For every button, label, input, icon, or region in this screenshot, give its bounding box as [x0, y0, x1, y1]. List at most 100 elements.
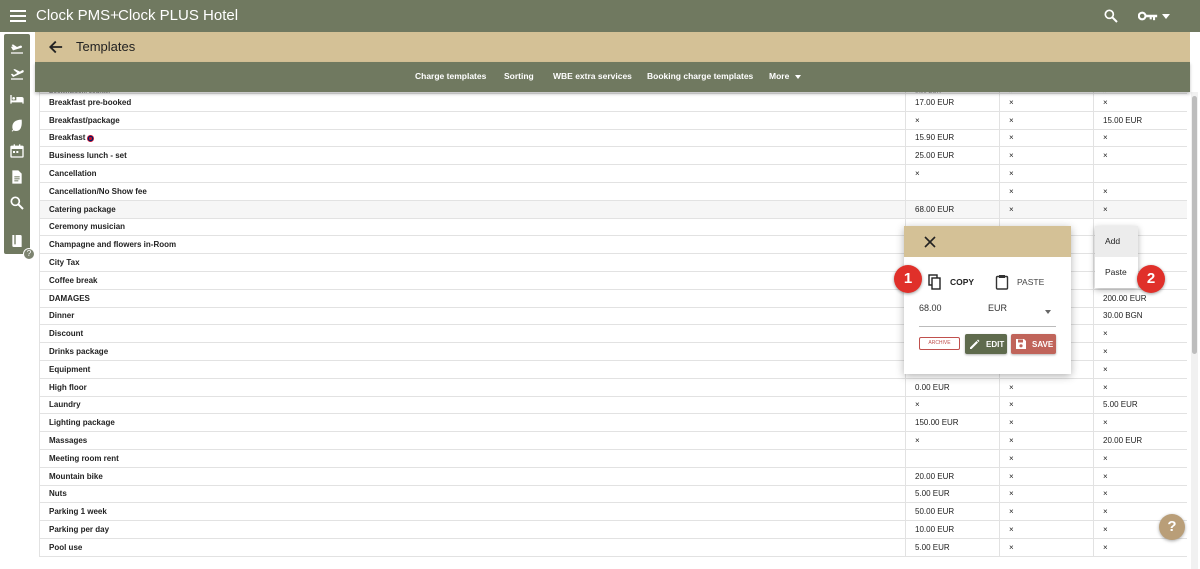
archive-button[interactable]: ARCHIVE — [919, 337, 960, 350]
table-row[interactable]: Catering package 68.00 EUR × × — [39, 199, 1187, 219]
search-icon[interactable] — [9, 195, 25, 211]
charge-value: × — [999, 537, 1094, 557]
charge-value: 5.00 EUR — [905, 484, 1000, 504]
table-row[interactable]: Breakfast/package × × 15.00 EUR — [39, 110, 1187, 130]
key-icon[interactable] — [1138, 10, 1158, 22]
tab-more-label: More — [769, 71, 790, 81]
table-row[interactable]: Lighting package 150.00 EUR × × — [39, 413, 1187, 433]
tab-wbe-extra-services[interactable]: WBE extra services — [553, 71, 632, 81]
charge-value — [905, 448, 1000, 468]
charge-value: 200.00 EUR — [1093, 288, 1187, 308]
charge-value: × — [1093, 448, 1187, 468]
table-row[interactable]: Cancellation/No Show fee × × — [39, 181, 1187, 201]
charge-name: Mountain bike — [39, 466, 906, 486]
table-row[interactable]: Cancellation × × — [39, 164, 1187, 183]
tab-charge-templates[interactable]: Charge templates — [415, 71, 486, 81]
table-row[interactable]: Breakfast 15.90 EUR × × — [39, 128, 1187, 148]
sidebar-help-badge[interactable]: ? — [23, 248, 35, 260]
charge-name: Breakfast — [39, 128, 906, 148]
charge-name: Champagne and flowers in-Room — [39, 235, 906, 255]
charge-name: Drinks package — [39, 342, 906, 361]
arrivals-icon[interactable] — [9, 39, 25, 55]
hotel-name[interactable]: Clock PLUS Hotel — [118, 7, 238, 24]
table-row[interactable]: High floor 0.00 EUR × × — [39, 377, 1187, 397]
calendar-icon[interactable] — [9, 143, 25, 159]
table-row[interactable]: Business lunch - set 25.00 EUR × × — [39, 146, 1187, 166]
chevron-down-icon[interactable] — [1045, 310, 1051, 314]
clipboard-icon — [995, 275, 1009, 290]
tab-more[interactable]: More — [769, 71, 802, 81]
table-row[interactable]: Massages × × 20.00 EUR — [39, 431, 1187, 450]
charge-name: Laundry — [39, 395, 906, 415]
charge-name: High floor — [39, 377, 906, 397]
charge-name: Catering package — [39, 199, 906, 219]
uk-flag-icon — [87, 134, 95, 142]
top-app-bar: Clock PMS+ Clock PLUS Hotel — [0, 0, 1200, 32]
edit-button[interactable]: EDIT — [965, 334, 1007, 354]
account-dropdown-icon[interactable] — [1162, 14, 1170, 19]
departures-icon[interactable] — [9, 65, 25, 81]
table-row[interactable]: Nuts 5.00 EUR × × — [39, 484, 1187, 504]
charge-value: × — [999, 146, 1094, 166]
side-navigation — [4, 34, 30, 254]
charge-value: × — [999, 181, 1094, 201]
charge-value: × — [999, 448, 1094, 468]
amount-input[interactable]: 68.00 — [919, 303, 983, 313]
context-menu-add[interactable]: Add — [1095, 226, 1138, 257]
charge-value: × — [1093, 466, 1187, 486]
charge-value: × — [999, 502, 1094, 522]
table-row[interactable]: Parking 1 week 50.00 EUR × × — [39, 502, 1187, 522]
tab-booking-charge-templates[interactable]: Booking charge templates — [647, 71, 753, 81]
context-menu-paste[interactable]: Paste — [1095, 257, 1138, 288]
save-button[interactable]: SAVE — [1011, 334, 1056, 354]
charge-value: 20.00 EUR — [905, 466, 1000, 486]
charge-name: Lighting package — [39, 413, 906, 433]
charge-value: × — [999, 377, 1094, 397]
page-title: Templates — [76, 39, 136, 54]
charge-value: × — [1093, 342, 1187, 361]
table-row[interactable]: Laundry × × 5.00 EUR — [39, 395, 1187, 415]
help-button[interactable]: ? — [1159, 514, 1185, 540]
table-row[interactable]: Breakfast pre-booked 17.00 EUR × × — [39, 93, 1187, 112]
save-label: SAVE — [1032, 339, 1054, 349]
leaf-icon[interactable] — [9, 117, 25, 133]
book-icon[interactable] — [9, 233, 25, 249]
paste-button[interactable]: PASTE — [995, 274, 1044, 290]
charge-name: Discount — [39, 324, 906, 344]
table-row[interactable]: Pool use 5.00 EUR × × — [39, 537, 1187, 557]
charge-value: × — [1093, 413, 1187, 433]
document-icon[interactable] — [9, 169, 25, 185]
pencil-icon — [970, 339, 980, 349]
charge-name: Cancellation/No Show fee — [39, 181, 906, 201]
hamburger-menu-icon[interactable] — [10, 7, 26, 25]
charge-name: Nuts — [39, 484, 906, 504]
charge-value: 5.00 EUR — [1093, 395, 1187, 415]
scrollbar-thumb[interactable] — [1192, 96, 1197, 354]
charge-value: × — [1093, 199, 1187, 219]
search-icon[interactable] — [1103, 8, 1119, 24]
table-row[interactable]: Parking per day 10.00 EUR × × — [39, 520, 1187, 539]
charge-value: × — [905, 431, 1000, 450]
charge-value — [1093, 164, 1187, 183]
table-row[interactable]: Mountain bike 20.00 EUR × × — [39, 466, 1187, 486]
charge-value: × — [999, 431, 1094, 450]
charge-name: Pool use — [39, 537, 906, 557]
back-arrow-icon[interactable] — [49, 40, 63, 54]
close-icon[interactable] — [924, 236, 936, 248]
charge-name: Meeting room rent — [39, 448, 906, 468]
tab-sorting[interactable]: Sorting — [504, 71, 534, 81]
tab-bar: Charge templates Sorting WBE extra servi… — [35, 62, 1190, 92]
charge-value: × — [999, 466, 1094, 486]
charge-value: 0.00 EUR — [905, 377, 1000, 397]
charge-value: 17.00 EUR — [905, 93, 1000, 112]
save-icon — [1016, 339, 1026, 349]
bed-icon[interactable] — [9, 91, 25, 107]
charge-name: Breakfast/package — [39, 110, 906, 130]
charge-value: 68.00 EUR — [905, 199, 1000, 219]
table-row[interactable]: Meeting room rent × × — [39, 448, 1187, 468]
copy-button[interactable]: COPY — [928, 274, 974, 290]
charge-name: Breakfast pre-booked — [39, 93, 906, 112]
charge-name: Dinner — [39, 306, 906, 326]
charge-value: × — [1093, 377, 1187, 397]
charge-name: Parking 1 week — [39, 502, 906, 522]
